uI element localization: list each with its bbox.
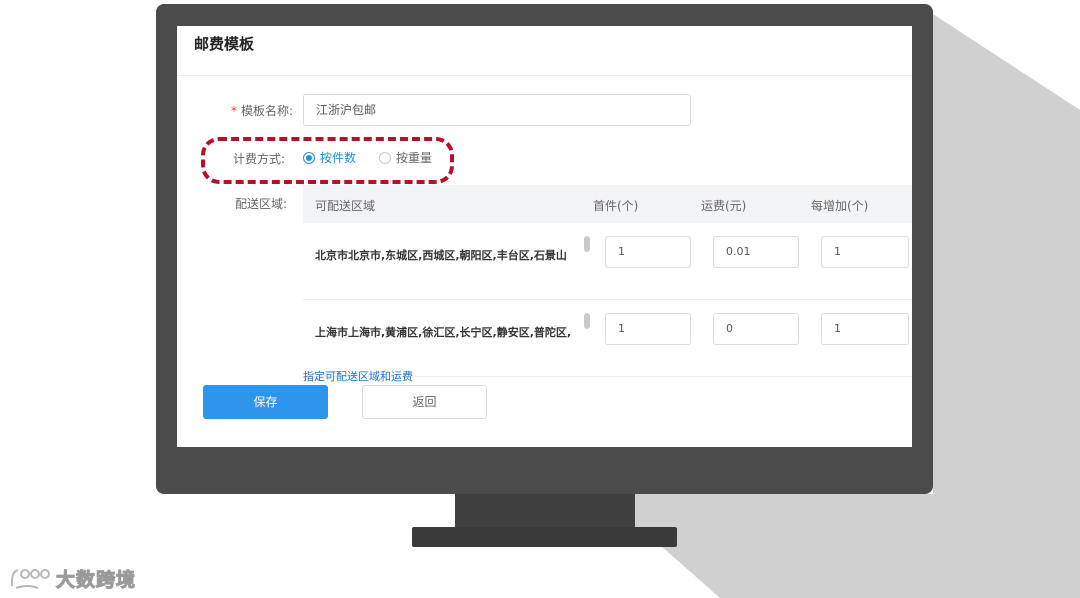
region-text: 上海市上海市,黄浦区,徐汇区,长宁区,静安区,普陀区, xyxy=(315,326,572,339)
add-count-input[interactable]: 1 xyxy=(821,236,909,268)
table-header: 可配送区域 首件(个) 运费(元) 每增加(个) xyxy=(303,185,912,223)
table-row: 北京市北京市,东城区,西城区,朝阳区,丰台区,石景山 1 0.01 1 xyxy=(303,223,912,300)
watermark-logo-icon xyxy=(10,569,50,589)
first-count-input[interactable]: 1 xyxy=(605,236,691,268)
stage: 邮费模板 * 模板名称: 江浙沪包邮 计费方式: 按件数 按重量 配送区域: 可配… xyxy=(0,0,1080,598)
billing-method-highlight xyxy=(201,137,454,184)
delivery-area-label: 配送区域: xyxy=(234,197,287,211)
column-header-fee: 运费(元) xyxy=(701,199,747,213)
monitor-neck xyxy=(455,494,635,528)
template-name-input[interactable]: 江浙沪包邮 xyxy=(303,94,691,126)
fee-input[interactable]: 0 xyxy=(713,313,799,345)
region-scrollbar[interactable] xyxy=(584,313,590,329)
monitor-base xyxy=(412,527,677,547)
column-header-region: 可配送区域 xyxy=(315,199,376,213)
add-count-input[interactable]: 1 xyxy=(821,313,909,345)
back-button[interactable]: 返回 xyxy=(362,385,487,419)
template-name-label: * 模板名称: xyxy=(183,102,293,119)
fee-input[interactable]: 0.01 xyxy=(713,236,799,268)
delivery-area-table: 可配送区域 首件(个) 运费(元) 每增加(个) 北京市北京市,东城区,西城区,… xyxy=(303,185,912,377)
column-header-add: 每增加(个) xyxy=(811,199,869,213)
monitor-screen: 邮费模板 * 模板名称: 江浙沪包邮 计费方式: 按件数 按重量 配送区域: 可配… xyxy=(177,26,912,447)
shipping-template-form: * 模板名称: 江浙沪包邮 计费方式: 按件数 按重量 配送区域: 可配送区域 首… xyxy=(177,77,912,447)
template-name-label-text: 模板名称: xyxy=(240,104,293,118)
watermark: 大数跨境 xyxy=(8,564,136,592)
region-text: 北京市北京市,东城区,西城区,朝阳区,丰台区,石景山 xyxy=(315,249,567,262)
page-header: 邮费模板 xyxy=(177,26,912,76)
column-header-first: 首件(个) xyxy=(593,199,639,213)
table-row: 上海市上海市,黄浦区,徐汇区,长宁区,静安区,普陀区, 1 0 1 xyxy=(303,300,912,377)
page-title: 邮费模板 xyxy=(194,35,255,53)
required-mark: * xyxy=(230,104,237,118)
save-button[interactable]: 保存 xyxy=(203,385,328,419)
first-count-input[interactable]: 1 xyxy=(605,313,691,345)
watermark-text: 大数跨境 xyxy=(55,568,137,591)
add-area-link[interactable]: 指定可配送区域和运费 xyxy=(303,368,413,384)
region-scrollbar[interactable] xyxy=(584,236,590,252)
